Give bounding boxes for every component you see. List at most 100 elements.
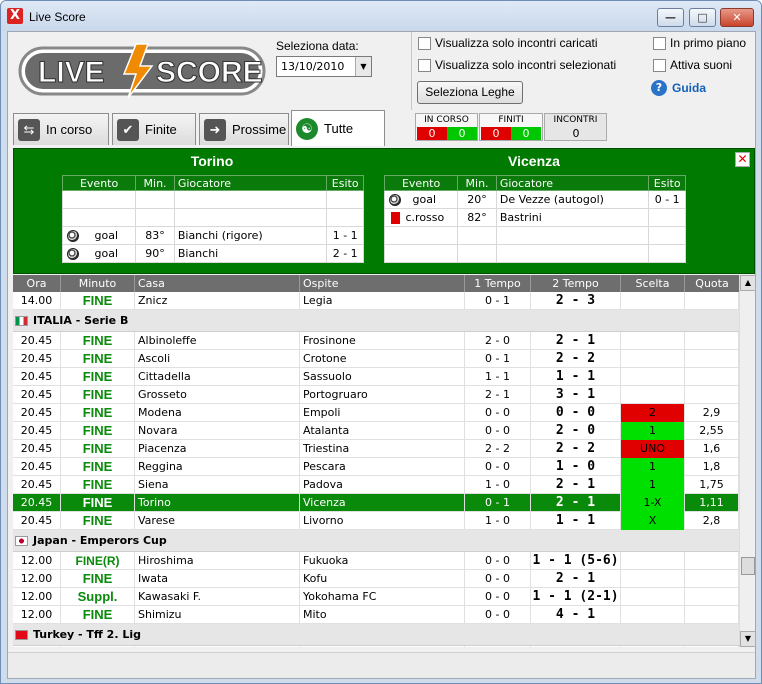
only-selected-label: Visualizza solo incontri selezionati: [435, 58, 617, 72]
bet-odds: 2,8: [685, 512, 739, 530]
tab-prossime[interactable]: ➜ Prossime: [199, 113, 289, 145]
only-selected-checkbox[interactable]: Visualizza solo incontri selezionati: [418, 58, 616, 72]
bet-choice: [621, 606, 685, 624]
final-score: 0 - 0: [531, 404, 621, 422]
select-leagues-button[interactable]: Seleziona Leghe: [417, 81, 523, 104]
col-header-casa[interactable]: Casa: [135, 275, 300, 292]
bet-choice: 1-X: [621, 494, 685, 512]
first-half-score: 0 - 0: [465, 458, 531, 476]
checkbox-box[interactable]: [418, 36, 431, 50]
chevron-down-icon[interactable]: ▼: [355, 57, 371, 76]
match-row[interactable]: 20.45 FINE Albinoleffe Frosinone 2 - 02 - 1: [13, 332, 739, 350]
window-title: Live Score: [29, 10, 86, 24]
match-row[interactable]: 12.00 FINE(R) Hiroshima Fukuoka 0 - 01 - 1 (…: [13, 552, 739, 570]
match-status: FINE: [61, 404, 135, 422]
vertical-scrollbar[interactable]: ▲ ▼: [739, 275, 756, 647]
match-row[interactable]: 12.00 Suppl. Kawasaki F. Yokohama FC 0 - 01 …: [13, 588, 739, 606]
counter-value: 0: [511, 127, 541, 140]
match-row[interactable]: 20.45 FINE Cittadella Sassuolo 1 - 11 - 1: [13, 368, 739, 386]
col-header-2-tempo[interactable]: 2 Tempo: [531, 275, 621, 292]
home-team: Shimizu: [135, 606, 300, 624]
match-time: 12.00: [13, 606, 61, 624]
match-time: 12.00: [13, 588, 61, 606]
match-row[interactable]: FINE: [13, 646, 739, 647]
col-header-quota[interactable]: Quota: [685, 275, 739, 292]
bet-odds: [685, 606, 739, 624]
scroll-down-icon[interactable]: ▼: [740, 631, 756, 647]
maximize-icon[interactable]: □: [689, 8, 716, 27]
col-header-ospite[interactable]: Ospite: [300, 275, 465, 292]
final-score: 2 - 2: [531, 350, 621, 368]
checkbox-box[interactable]: [653, 58, 666, 72]
away-team: Padova: [300, 476, 465, 494]
bet-odds: [685, 386, 739, 404]
match-row[interactable]: 20.45 FINE Varese Livorno 1 - 01 - 1 X 2,8: [13, 512, 739, 530]
match-status: FINE: [61, 332, 135, 350]
away-team: Livorno: [300, 512, 465, 530]
col-header: Giocatore: [173, 175, 328, 191]
event-score: 2 - 1: [326, 244, 364, 263]
match-row[interactable]: 20.45 FINE Grosseto Portogruaro 2 - 13 - 1: [13, 386, 739, 404]
match-row[interactable]: 20.45 FINE Modena Empoli 0 - 00 - 0 2 2,9: [13, 404, 739, 422]
tab-tutte[interactable]: ☯ Tutte: [291, 110, 385, 146]
event-minute: 90°: [135, 244, 175, 263]
col-header-1-tempo[interactable]: 1 Tempo: [465, 275, 531, 292]
tab-in-corso[interactable]: ⇆ In corso: [13, 113, 109, 145]
away-events-table: Evento Min. Giocatore Esito goal 20° De …: [383, 175, 686, 263]
checkbox-box[interactable]: [418, 58, 431, 72]
help-link[interactable]: ? Guida: [651, 80, 706, 96]
bet-choice: [621, 386, 685, 404]
away-team: Mito: [300, 606, 465, 624]
event-type: c.rosso: [405, 211, 445, 224]
away-team-name: Vicenza: [508, 153, 560, 169]
home-team: Torino: [135, 494, 300, 512]
tab-finite[interactable]: ✔ Finite: [112, 113, 196, 145]
first-half-score: 0 - 0: [465, 588, 531, 606]
match-time: 20.45: [13, 476, 61, 494]
match-row[interactable]: 20.45 FINE Piacenza Triestina 2 - 22 - 2 UNO 1…: [13, 440, 739, 458]
foreground-checkbox[interactable]: In primo piano: [653, 36, 746, 50]
col-header: Evento: [383, 175, 459, 191]
close-icon[interactable]: ✕: [720, 8, 754, 27]
away-team: Pescara: [300, 458, 465, 476]
match-row[interactable]: 20.45 FINE Siena Padova 1 - 02 - 1 1 1,75: [13, 476, 739, 494]
scroll-up-icon[interactable]: ▲: [740, 275, 756, 291]
away-team: Triestina: [300, 440, 465, 458]
col-header-ora[interactable]: Ora: [13, 275, 61, 292]
scroll-thumb[interactable]: [741, 557, 755, 575]
match-row[interactable]: 12.00 FINE Shimizu Mito 0 - 04 - 1: [13, 606, 739, 624]
minimize-icon[interactable]: —: [657, 8, 684, 27]
match-row[interactable]: 20.45 FINE Torino Vicenza 0 - 12 - 1 1-X 1,11: [13, 494, 739, 512]
match-time: 20.45: [13, 494, 61, 512]
sounds-checkbox[interactable]: Attiva suoni: [653, 58, 732, 72]
match-status: FINE: [61, 292, 135, 310]
col-header-scelta[interactable]: Scelta: [621, 275, 685, 292]
event-row: c.rosso 82° Bastrini: [383, 208, 686, 227]
event-row: [61, 190, 364, 209]
match-row[interactable]: 14.00 FINE Znicz Legia 0 - 12 - 3: [13, 292, 739, 310]
col-header: Giocatore: [495, 175, 650, 191]
globe-icon: ☯: [296, 117, 318, 140]
match-row[interactable]: 12.00 FINE Iwata Kofu 0 - 02 - 1: [13, 570, 739, 588]
checkbox-box[interactable]: [653, 36, 666, 50]
date-select[interactable]: 13/10/2010 ▼: [276, 56, 372, 77]
counter-label: IN CORSO: [424, 115, 469, 125]
ball-icon: [67, 230, 79, 242]
close-detail-icon[interactable]: ✕: [735, 152, 750, 167]
league-name: Japan - Emperors Cup: [33, 534, 167, 547]
first-half-score: 2 - 1: [465, 386, 531, 404]
only-loaded-checkbox[interactable]: Visualizza solo incontri caricati: [418, 36, 598, 50]
match-status: FINE(R): [61, 552, 135, 570]
match-status: FINE: [61, 386, 135, 404]
bet-odds: [685, 570, 739, 588]
match-row[interactable]: 20.45 FINE Reggina Pescara 0 - 01 - 0 1 1,8: [13, 458, 739, 476]
home-team: Albinoleffe: [135, 332, 300, 350]
first-half-score: 0 - 1: [465, 350, 531, 368]
home-team: Cittadella: [135, 368, 300, 386]
away-team: [300, 646, 465, 647]
match-row[interactable]: 20.45 FINE Novara Atalanta 0 - 02 - 0 1 2,55: [13, 422, 739, 440]
away-team: Portogruaro: [300, 386, 465, 404]
col-header-minuto[interactable]: Minuto: [61, 275, 135, 292]
league-header: Turkey - Tff 2. Lig: [13, 624, 739, 646]
match-row[interactable]: 20.45 FINE Ascoli Crotone 0 - 12 - 2: [13, 350, 739, 368]
